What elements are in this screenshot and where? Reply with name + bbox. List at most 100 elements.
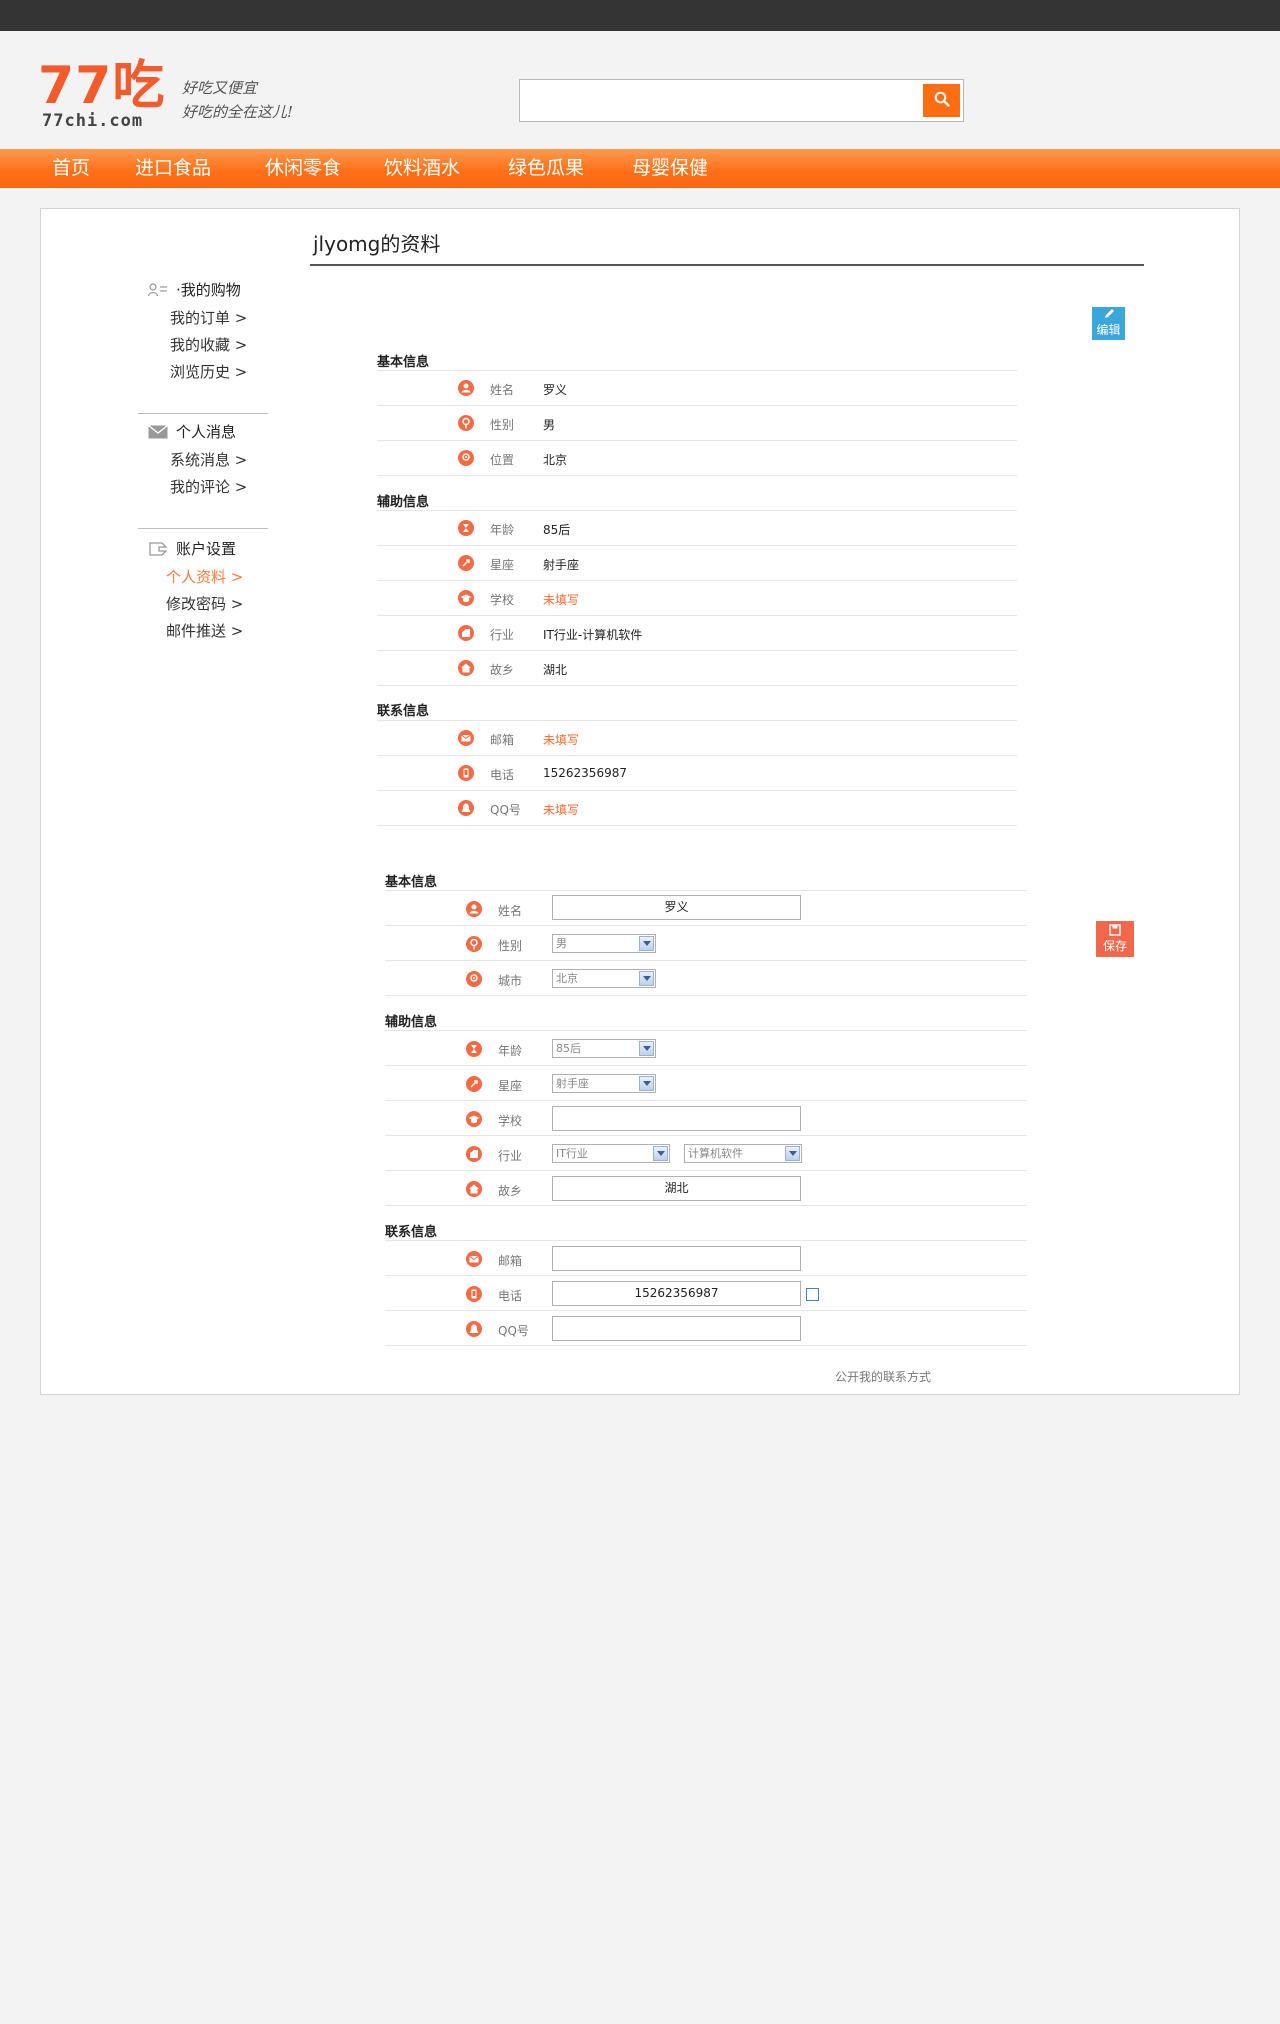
chevron-down-icon bbox=[653, 1146, 668, 1161]
view-label-gender: 性别 bbox=[490, 418, 515, 432]
gender-select[interactable]: 男 bbox=[552, 934, 656, 953]
header: 77吃 77chi.com 好吃又便宜 好吃的全在这儿! bbox=[0, 31, 1280, 149]
person-icon bbox=[458, 380, 474, 396]
sidebar-item-profile[interactable]: 个人资料 > bbox=[166, 566, 243, 587]
sidebar-group-label: ·我的购物 bbox=[176, 281, 241, 299]
chevron-down-icon bbox=[639, 971, 654, 986]
form-label-age: 年龄 bbox=[498, 1044, 523, 1058]
phone-input[interactable]: 15262356987 bbox=[552, 1281, 801, 1306]
sidebar-group-messages: 个人消息 bbox=[148, 421, 236, 442]
row-divider bbox=[377, 650, 1017, 651]
form-label-city: 城市 bbox=[498, 974, 523, 988]
sidebar-item-favorites[interactable]: 我的收藏 > bbox=[170, 334, 247, 355]
location-pin-icon bbox=[466, 971, 482, 987]
logo-domain: 77chi.com bbox=[42, 111, 144, 131]
view-value-name: 罗义 bbox=[543, 383, 568, 397]
zodiac-icon bbox=[466, 1076, 482, 1092]
sidebar-item-history[interactable]: 浏览历史 > bbox=[170, 361, 247, 382]
form-label-school: 学校 bbox=[498, 1114, 523, 1128]
view-label-age: 年龄 bbox=[490, 523, 515, 537]
chevron-down-icon bbox=[639, 1076, 654, 1091]
gender-icon bbox=[466, 936, 482, 952]
view-label-qq: QQ号 bbox=[490, 803, 521, 817]
view-value-zodiac: 射手座 bbox=[543, 558, 580, 572]
form-label-gender: 性别 bbox=[498, 939, 523, 953]
chevron-down-icon bbox=[785, 1146, 800, 1161]
search-box bbox=[519, 79, 964, 122]
hometown-input[interactable]: 湖北 bbox=[552, 1176, 801, 1201]
gender-select-value: 男 bbox=[556, 937, 567, 950]
row-divider bbox=[385, 1065, 1027, 1066]
search-input[interactable] bbox=[526, 86, 916, 114]
hourglass-icon bbox=[466, 1041, 482, 1057]
sidebar-item-change-password[interactable]: 修改密码 > bbox=[166, 593, 243, 614]
view-label-school: 学校 bbox=[490, 593, 515, 607]
sidebar-item-system-messages[interactable]: 系统消息 > bbox=[170, 449, 247, 470]
gender-icon bbox=[458, 415, 474, 431]
email-input[interactable] bbox=[552, 1246, 801, 1271]
nav-imported-food[interactable]: 进口食品 bbox=[135, 149, 211, 188]
view-value-email: 未填写 bbox=[543, 733, 580, 747]
public-contact-note: 公开我的联系方式 bbox=[835, 1370, 932, 1384]
hourglass-icon bbox=[458, 520, 474, 536]
age-select[interactable]: 85后 bbox=[552, 1039, 656, 1058]
site-logo[interactable]: 77吃 77chi.com bbox=[38, 57, 165, 131]
search-button[interactable] bbox=[923, 84, 960, 117]
view-value-qq: 未填写 bbox=[543, 803, 580, 817]
row-divider bbox=[385, 1310, 1027, 1311]
chevron-down-icon bbox=[639, 1041, 654, 1056]
form-label-phone: 电话 bbox=[498, 1289, 523, 1303]
industry-sub-select-value: 计算机软件 bbox=[688, 1147, 743, 1160]
form-label-hometown: 故乡 bbox=[498, 1184, 523, 1198]
row-divider bbox=[377, 755, 1017, 756]
pencil-icon bbox=[1092, 307, 1125, 323]
save-button[interactable]: 保存 bbox=[1096, 921, 1134, 957]
nav-home[interactable]: 首页 bbox=[52, 149, 90, 188]
title-divider bbox=[310, 264, 1144, 266]
row-divider bbox=[377, 580, 1017, 581]
form-label-name: 姓名 bbox=[498, 904, 523, 918]
school-input[interactable] bbox=[552, 1106, 801, 1131]
row-divider bbox=[385, 1135, 1027, 1136]
row-divider bbox=[385, 890, 1027, 891]
chevron-down-icon bbox=[639, 936, 654, 951]
user-list-icon bbox=[147, 282, 168, 297]
row-divider bbox=[385, 1170, 1027, 1171]
sidebar-divider bbox=[138, 413, 268, 414]
industry-select[interactable]: IT行业 bbox=[552, 1144, 670, 1163]
row-divider bbox=[377, 545, 1017, 546]
industry-sub-select[interactable]: 计算机软件 bbox=[684, 1144, 802, 1163]
home-icon bbox=[466, 1181, 482, 1197]
home-icon bbox=[458, 660, 474, 676]
slogan-line-2: 好吃的全在这儿! bbox=[182, 103, 294, 121]
sidebar-divider bbox=[138, 528, 268, 529]
view-section-aux: 辅助信息 bbox=[377, 495, 430, 510]
view-label-industry: 行业 bbox=[490, 628, 515, 642]
view-value-school: 未填写 bbox=[543, 593, 580, 607]
sidebar-item-my-comments[interactable]: 我的评论 > bbox=[170, 476, 247, 497]
industry-select-value: IT行业 bbox=[556, 1147, 588, 1160]
nav-fruits[interactable]: 绿色瓜果 bbox=[508, 149, 584, 188]
row-divider bbox=[377, 825, 1017, 826]
nav-snacks[interactable]: 休闲零食 bbox=[265, 149, 341, 188]
sidebar-item-orders[interactable]: 我的订单 > bbox=[170, 307, 247, 328]
row-divider bbox=[377, 790, 1017, 791]
nav-baby-health[interactable]: 母婴保健 bbox=[632, 149, 708, 188]
nav-drinks[interactable]: 饮料酒水 bbox=[384, 149, 460, 188]
form-section-contact: 联系信息 bbox=[385, 1225, 438, 1240]
qq-input[interactable] bbox=[552, 1316, 801, 1341]
public-contact-checkbox[interactable] bbox=[806, 1288, 819, 1301]
phone-icon bbox=[458, 765, 474, 781]
zodiac-select-value: 射手座 bbox=[556, 1077, 589, 1090]
city-select[interactable]: 北京 bbox=[552, 969, 656, 988]
envelope-icon bbox=[458, 730, 474, 746]
sidebar-item-email-push[interactable]: 邮件推送 > bbox=[166, 620, 243, 641]
save-label: 保存 bbox=[1102, 939, 1127, 953]
edit-button[interactable]: 编辑 bbox=[1092, 307, 1125, 340]
zodiac-icon bbox=[458, 555, 474, 571]
zodiac-select[interactable]: 射手座 bbox=[552, 1074, 656, 1093]
view-value-gender: 男 bbox=[543, 418, 556, 432]
row-divider bbox=[377, 405, 1017, 406]
form-label-email: 邮箱 bbox=[498, 1254, 523, 1268]
name-input[interactable]: 罗义 bbox=[552, 895, 801, 920]
